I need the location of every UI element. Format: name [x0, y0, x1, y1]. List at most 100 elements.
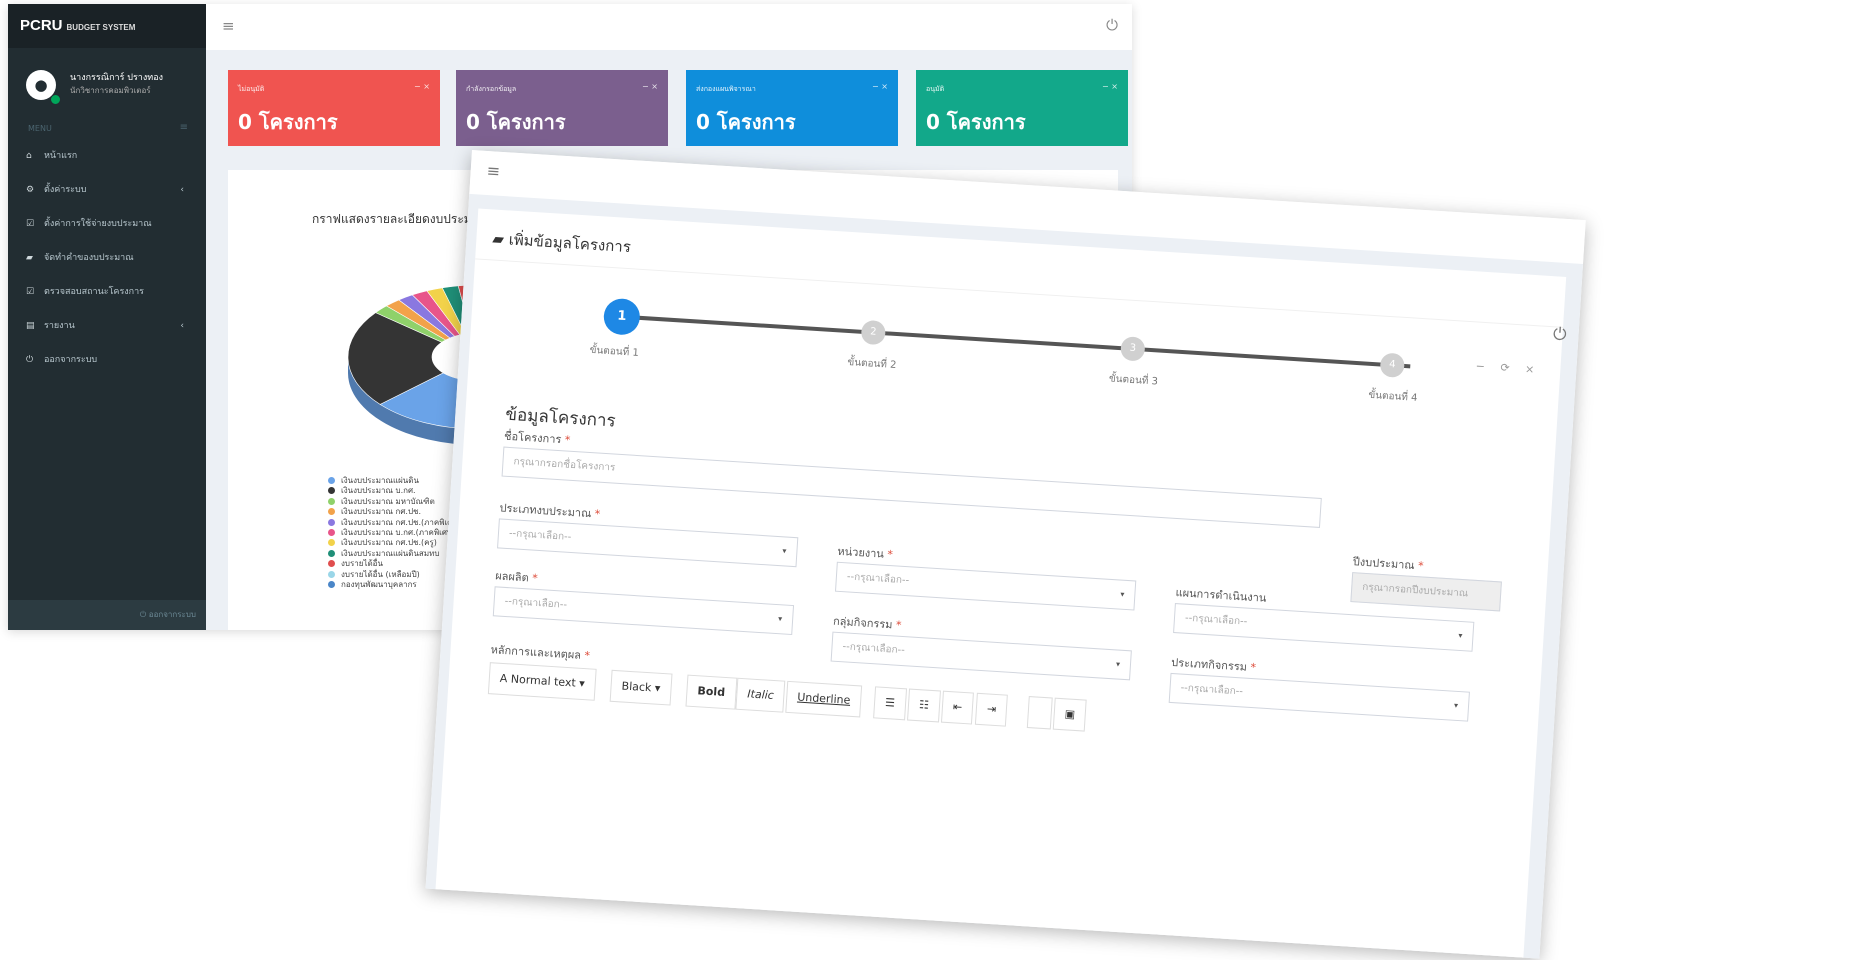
legend-swatch: [328, 560, 335, 568]
sidebar-item-5[interactable]: ▤ รายงาน ‹: [8, 309, 206, 343]
legend-swatch: [328, 518, 335, 526]
legend-item[interactable]: เงินงบประมาณ มหาบัณฑิต: [328, 497, 461, 507]
required-mark: *: [531, 571, 539, 585]
legend-swatch: [328, 539, 335, 547]
sidebar-item-label: ตั้งค่าระบบ: [44, 185, 87, 195]
legend-item[interactable]: เงินงบประมาณแผ่นดิน: [328, 476, 461, 486]
output-select[interactable]: --กรุณาเลือก-- ▾: [492, 586, 795, 636]
wizard-step-1[interactable]: 1: [602, 297, 641, 336]
legend-item[interactable]: งบรายได้อื่น (เหลือมปี): [328, 570, 461, 580]
activity-group-select[interactable]: --กรุณาเลือก-- ▾: [830, 631, 1132, 681]
user-role: นักวิชาการคอมพิวเตอร์: [70, 86, 151, 95]
outdent-icon[interactable]: ⇤: [940, 690, 975, 725]
budget-type-value: --กรุณาเลือก--: [508, 528, 572, 543]
add-project-card: ▰ เพิ่มข้อมูลโครงการ − ⟳ × 1 2 3 4 ขั้นต…: [434, 208, 1567, 959]
italic-button[interactable]: Italic: [735, 677, 786, 713]
required-mark: *: [584, 649, 591, 663]
legend-item[interactable]: เงินงบประมาณ กศ.ปช.(ภาคพิเศษ): [328, 518, 461, 528]
image-icon[interactable]: ▣: [1052, 697, 1088, 732]
activity-group-label: กลุ่มกิจกรรม *: [833, 612, 902, 634]
sidebar-item-1[interactable]: ⚙ ตั้งค่าระบบ ‹: [8, 173, 206, 207]
text-style-dropdown[interactable]: A Normal text ▾: [487, 662, 597, 701]
menu-toggle-icon[interactable]: ≡: [180, 122, 188, 133]
stat-box-value: 0 โครงการ: [238, 110, 338, 134]
indent-icon[interactable]: ⇥: [974, 692, 1009, 727]
activity-type-select[interactable]: --กรุณาเลือก-- ▾: [1168, 672, 1470, 722]
stat-box-value: 0 โครงการ: [466, 110, 566, 134]
ordered-list-icon[interactable]: ☷: [907, 688, 941, 723]
rationale-label: หลักการและเหตุผล *: [490, 640, 590, 664]
plan-select[interactable]: --กรุณาเลือก-- ▾: [1173, 603, 1475, 652]
sidebar-item-3[interactable]: ▰ จัดทำคำของบประมาณ: [8, 241, 206, 275]
budget-type-select[interactable]: --กรุณาเลือก-- ▾: [497, 518, 799, 568]
power-icon[interactable]: ⏻: [1106, 16, 1118, 34]
logo-text: PCRU: [20, 17, 63, 34]
legend-label: เงินงบประมาณ กศ.ปช.: [341, 507, 422, 517]
stat-box-2: ส่งกองแผนพิจารณา − × 0 โครงการ: [686, 70, 898, 146]
unordered-list-icon[interactable]: ☰: [873, 686, 907, 721]
stat-box-label: กำลังกรอกข้อมูล: [466, 85, 517, 93]
legend-item[interactable]: เงินงบประมาณ บ.กศ.: [328, 486, 461, 496]
legend-item[interactable]: เงินงบประมาณ บ.กศ.(ภาคพิเศษ): [328, 528, 461, 538]
project-name-input[interactable]: กรุณากรอกชื่อโครงการ: [501, 446, 1322, 528]
hamburger-icon[interactable]: ≡: [222, 17, 235, 35]
text-color-dropdown[interactable]: Black ▾: [609, 669, 673, 706]
stat-box-value: 0 โครงการ: [696, 110, 796, 134]
stat-box-value: 0 โครงการ: [926, 110, 1026, 134]
bold-button[interactable]: Bold: [685, 674, 737, 710]
sidebar-item-4[interactable]: ☑ ตรวจสอบสถานะโครงการ: [8, 275, 206, 309]
activity-group-value: --กรุณาเลือก--: [842, 641, 906, 657]
stat-box-label: ส่งกองแผนพิจารณา: [696, 85, 756, 93]
menu-header: MENU ≡: [8, 118, 206, 139]
caret-down-icon: ▾: [777, 614, 783, 624]
sidebar-item-label: ตรวจสอบสถานะโครงการ: [44, 287, 145, 297]
fiscal-year-input[interactable]: กรุณากรอกปีงบประมาณ: [1350, 572, 1502, 612]
sidebar-footer-logout[interactable]: ⏻ ออกจากระบบ: [8, 600, 206, 630]
wizard-step-3[interactable]: 3: [1120, 336, 1146, 362]
output-value: --กรุณาเลือก--: [504, 595, 568, 611]
legend-label: งบรายได้อื่น (เหลือมปี): [341, 569, 420, 579]
underline-button[interactable]: Underline: [785, 680, 863, 718]
stat-box-label: ไม่อนุมัติ: [238, 85, 265, 93]
output-label-text: ผลผลิต: [494, 569, 530, 585]
box-collapse-close-icon[interactable]: − ×: [414, 82, 430, 91]
user-panel: ● นางกรรณิการ์ ปรางทอง นักวิชาการคอมพิวเ…: [8, 48, 206, 118]
wizard-step-4[interactable]: 4: [1379, 352, 1406, 378]
sidebar-item-2[interactable]: ☑ ตั้งค่าการใช้จ่ายงบประมาณ: [8, 207, 206, 241]
chart-legend: เงินงบประมาณแผ่นดิน เงินงบประมาณ บ.กศ. เงิ…: [328, 476, 461, 590]
department-label: หน่วยงาน *: [837, 542, 893, 563]
legend-swatch: [328, 549, 335, 557]
card-title-text: เพิ่มข้อมูลโครงการ: [508, 230, 632, 257]
box-collapse-close-icon[interactable]: − ×: [872, 82, 888, 91]
sidebar-item-0[interactable]: ⌂ หน้าแรก: [8, 139, 206, 173]
box-collapse-close-icon[interactable]: − ×: [1102, 82, 1118, 91]
caret-down-icon: ▾: [1458, 630, 1463, 641]
hamburger-icon[interactable]: ≡: [486, 161, 501, 181]
legend-item[interactable]: กองทุนพัฒนาบุคลากร: [328, 580, 461, 590]
box-tools[interactable]: − ⟳ ×: [1475, 359, 1540, 376]
top-navbar: ≡ ⏻: [206, 4, 1132, 50]
department-select[interactable]: --กรุณาเลือก-- ▾: [834, 561, 1137, 611]
link-button[interactable]: [1026, 696, 1053, 730]
caret-down-icon: ▾: [782, 546, 787, 556]
plan-value: --กรุณาเลือก--: [1184, 612, 1248, 628]
required-mark: *: [895, 618, 902, 632]
sidebar-item-6[interactable]: ⏻ ออกจากระบบ: [8, 343, 206, 377]
legend-item[interactable]: งบรายได้อื่น: [328, 559, 461, 569]
legend-swatch: [328, 497, 335, 505]
home-icon: ⌂: [26, 151, 32, 161]
sidebar: PCRU BUDGET SYSTEM ● นางกรรณิการ์ ปรางทอง…: [8, 4, 206, 630]
legend-swatch: [328, 477, 335, 484]
legend-swatch: [328, 580, 335, 588]
rationale-label-text: หลักการและเหตุผล: [490, 643, 582, 662]
box-collapse-close-icon[interactable]: − ×: [642, 82, 658, 91]
wizard-step-2[interactable]: 2: [860, 319, 887, 346]
wizard-step-4-label: ขั้นตอนที่ 4: [1368, 389, 1418, 404]
app-logo[interactable]: PCRU BUDGET SYSTEM: [8, 4, 206, 48]
activity-type-value: --กรุณาเลือก--: [1180, 682, 1244, 698]
legend-item[interactable]: เงินงบประมาณแผ่นดินสมทบ: [328, 549, 461, 559]
power-icon[interactable]: ⏻: [1552, 324, 1567, 345]
legend-item[interactable]: เงินงบประมาณ กศ.ปช.: [328, 507, 461, 517]
caret-down-icon: ▾: [1115, 659, 1121, 669]
legend-item[interactable]: เงินงบประมาณ กศ.ปช.(ครู): [328, 538, 461, 548]
